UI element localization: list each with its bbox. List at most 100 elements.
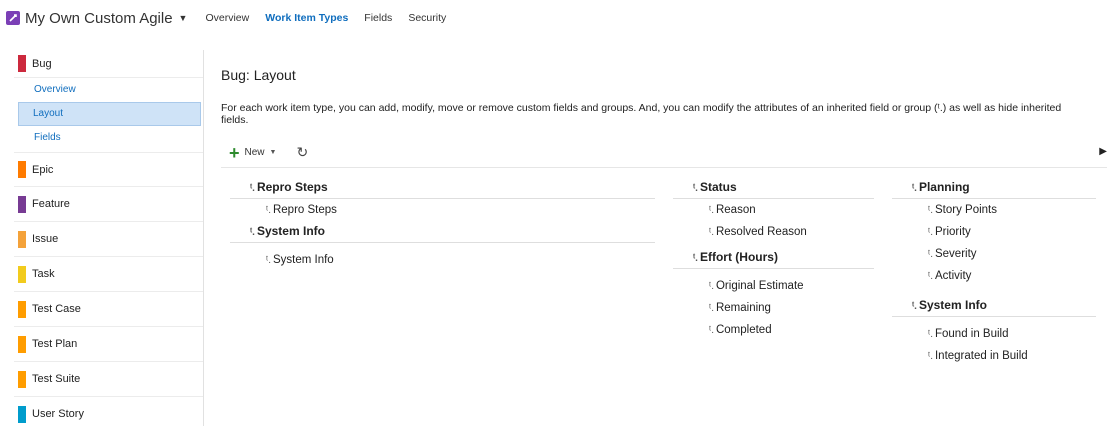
subitem-layout[interactable]: Layout	[18, 102, 201, 126]
field-label: System Info	[272, 254, 334, 266]
nav-overview[interactable]: Overview	[205, 12, 249, 24]
inherited-icon: ᵗ.	[693, 253, 698, 264]
field-item[interactable]: ᵗ. Severity	[892, 243, 1096, 265]
inherited-icon: ᵗ.	[928, 271, 933, 282]
field-label: Severity	[934, 248, 977, 260]
feature-color-bar	[18, 195, 26, 213]
inherited-icon: ᵗ.	[928, 329, 933, 340]
field-label: Found in Build	[934, 328, 1009, 340]
nav-security[interactable]: Security	[408, 12, 446, 24]
group-header[interactable]: ᵗ. Repro Steps	[230, 177, 655, 199]
group-title: System Info	[256, 224, 325, 238]
plus-icon: +	[229, 142, 240, 163]
field-label: Priority	[934, 226, 971, 238]
field-label: Reason	[715, 204, 756, 216]
field-item[interactable]: ᵗ. Priority	[892, 221, 1096, 243]
sidebar-item-issue[interactable]: Issue	[14, 222, 203, 257]
field-label: Completed	[715, 324, 772, 336]
chevron-down-icon: ▼	[269, 149, 277, 156]
field-item[interactable]: ᵗ. Resolved Reason	[673, 221, 874, 243]
inherited-icon: ᵗ.	[709, 325, 714, 336]
work-item-type-sidebar: Bug Overview Layout Fields Epic Feature …	[14, 50, 204, 426]
layout-column-1: ᵗ. Repro Steps ᵗ. Repro Steps ᵗ. System Inf…	[230, 177, 655, 271]
group-header[interactable]: ᵗ. Planning	[892, 177, 1096, 199]
sidebar-item-test-case[interactable]: Test Case	[14, 292, 203, 327]
sidebar-item-epic[interactable]: Epic	[14, 153, 203, 187]
epic-color-bar	[18, 161, 26, 178]
field-item[interactable]: ᵗ. Found in Build	[892, 323, 1096, 345]
bug-subitems: Overview Layout Fields	[14, 78, 203, 153]
panel-expand-icon[interactable]: ▶	[1099, 146, 1107, 157]
bug-color-bar	[18, 55, 26, 72]
test-case-color-bar	[18, 300, 26, 318]
description-text-1: For each work item type, you can add, mo…	[221, 102, 938, 114]
field-item[interactable]: ᵗ. Integrated in Build	[892, 345, 1096, 367]
sidebar-item-label: Issue	[32, 233, 59, 245]
group-title: System Info	[918, 298, 987, 312]
sidebar-item-feature[interactable]: Feature	[14, 187, 203, 222]
layout-panel: Bug: Layout For each work item type, you…	[221, 50, 1107, 426]
inherited-icon: ᵗ.	[266, 205, 271, 216]
group-header[interactable]: ᵗ. Status	[673, 177, 874, 199]
project-icon	[6, 11, 20, 25]
nav-fields[interactable]: Fields	[364, 12, 392, 24]
sidebar-item-task[interactable]: Task	[14, 257, 203, 292]
inherited-icon: ᵗ.	[928, 249, 933, 260]
subitem-fields[interactable]: Fields	[14, 126, 203, 150]
field-item[interactable]: ᵗ. Remaining	[673, 297, 874, 319]
group-header[interactable]: ᵗ. System Info	[230, 221, 655, 243]
sidebar-item-user-story[interactable]: User Story	[14, 397, 203, 426]
group-title: Effort (Hours)	[699, 250, 778, 264]
inherited-icon: ᵗ.	[266, 255, 271, 266]
nav-work-item-types[interactable]: Work Item Types	[265, 12, 348, 24]
group-title: Planning	[918, 180, 970, 194]
inherited-icon: ᵗ.	[709, 227, 714, 238]
field-item[interactable]: ᵗ. Repro Steps	[230, 199, 655, 221]
sidebar-item-label: Epic	[32, 163, 54, 176]
subitem-overview[interactable]: Overview	[14, 78, 203, 102]
test-suite-color-bar	[18, 370, 26, 388]
sidebar-item-label: Test Case	[32, 303, 81, 315]
field-item[interactable]: ᵗ. Activity	[892, 265, 1096, 287]
field-item[interactable]: ᵗ. Original Estimate	[673, 275, 874, 297]
inherited-icon: ᵗ.	[912, 183, 917, 194]
group-title: Status	[699, 180, 737, 194]
sidebar-item-label: User Story	[32, 408, 84, 420]
field-label: Remaining	[715, 302, 771, 314]
layout-column-2: ᵗ. Status ᵗ. Reason ᵗ. Resolved Reason ᵗ. Ef…	[673, 177, 874, 341]
field-label: Resolved Reason	[715, 226, 807, 238]
task-color-bar	[18, 265, 26, 283]
group-header[interactable]: ᵗ. System Info	[892, 295, 1096, 317]
inherited-icon: ᵗ.	[709, 205, 714, 216]
inherited-icon: ᵗ.	[928, 227, 933, 238]
sidebar-item-test-plan[interactable]: Test Plan	[14, 327, 203, 362]
field-label: Integrated in Build	[934, 350, 1028, 362]
sidebar-item-test-suite[interactable]: Test Suite	[14, 362, 203, 397]
layout-description: For each work item type, you can add, mo…	[221, 102, 1091, 126]
inherited-icon: ᵗ.	[693, 183, 698, 194]
issue-color-bar	[18, 230, 26, 248]
inherited-icon: ᵗ.	[709, 303, 714, 314]
project-dropdown-icon[interactable]: ▼	[179, 13, 188, 23]
refresh-icon[interactable]: ↻	[296, 144, 308, 161]
sidebar-item-label: Feature	[32, 198, 70, 210]
inherited-icon: ᵗ.	[250, 183, 255, 194]
new-button[interactable]: + New ▼	[229, 144, 276, 162]
field-item[interactable]: ᵗ. Reason	[673, 199, 874, 221]
group-title: Repro Steps	[256, 180, 328, 194]
group-header[interactable]: ᵗ. Effort (Hours)	[673, 247, 874, 269]
sidebar-item-label: Test Suite	[32, 373, 81, 385]
page-title: Bug: Layout	[221, 67, 296, 83]
project-name[interactable]: My Own Custom Agile	[25, 10, 173, 27]
field-label: Repro Steps	[272, 204, 337, 216]
top-bar: My Own Custom Agile ▼ Overview Work Item…	[0, 0, 1107, 36]
field-item[interactable]: ᵗ. Completed	[673, 319, 874, 341]
sidebar-item-label: Task	[32, 268, 55, 280]
inherited-icon: ᵗ.	[928, 205, 933, 216]
field-item[interactable]: ᵗ. System Info	[230, 249, 655, 271]
inherited-icon: ᵗ.	[709, 281, 714, 292]
user-story-color-bar	[18, 405, 26, 423]
field-label: Story Points	[934, 204, 997, 216]
field-item[interactable]: ᵗ. Story Points	[892, 199, 1096, 221]
sidebar-item-bug[interactable]: Bug	[14, 50, 203, 78]
